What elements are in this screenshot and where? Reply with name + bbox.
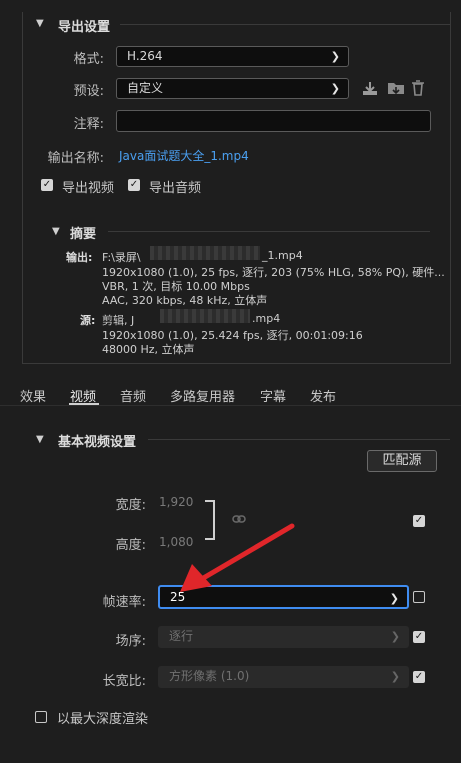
frame-rate-checkbox[interactable] [413, 591, 425, 603]
divider [148, 439, 450, 440]
comment-input[interactable] [116, 110, 431, 132]
output-path: F:\录屏\ [102, 251, 141, 264]
chevron-down-icon: ❯ [330, 82, 340, 95]
aspect-label: 长宽比: [102, 674, 146, 689]
folder-import-icon[interactable] [387, 80, 405, 100]
preset-dropdown[interactable]: 自定义 ❯ [116, 78, 349, 99]
source-filename: .mp4 [252, 312, 281, 325]
collapse-chevron-icon[interactable]: ▼ [36, 18, 44, 29]
output-label: 输出: [66, 251, 93, 264]
aspect-checkbox[interactable]: ✓ [413, 671, 425, 683]
field-order-dropdown[interactable]: 逐行 ❯ [158, 626, 409, 648]
match-source-button[interactable]: 匹配源 [367, 450, 437, 472]
width-value[interactable]: 1,920 [159, 495, 193, 509]
aspect-dropdown[interactable]: 方形像素 (1.0) ❯ [158, 666, 409, 688]
tab-publish[interactable]: 发布 [310, 386, 336, 405]
preset-value: 自定义 [127, 81, 164, 95]
frame-rate-label: 帧速率: [102, 595, 146, 610]
field-order-label: 场序: [115, 634, 146, 649]
source-label: 源: [80, 314, 96, 327]
width-label: 宽度: [115, 498, 146, 513]
tab-audio[interactable]: 音频 [120, 386, 146, 405]
aspect-value: 方形像素 (1.0) [169, 669, 250, 683]
preset-label: 预设: [73, 84, 104, 99]
export-audio-label: 导出音频 [149, 181, 202, 196]
max-depth-checkbox[interactable] [35, 711, 47, 723]
annotation-arrow-icon [180, 523, 295, 592]
collapse-chevron-icon[interactable]: ▼ [36, 434, 44, 445]
export-video-checkbox[interactable]: ✓ [41, 179, 53, 191]
export-video-label: 导出视频 [62, 181, 115, 196]
height-label: 高度: [115, 538, 146, 553]
collapse-chevron-icon[interactable]: ▼ [52, 226, 60, 237]
chevron-down-icon: ❯ [330, 50, 340, 63]
comment-label: 注释: [73, 117, 104, 132]
summary-title: 摘要 [70, 227, 97, 242]
output-name-link[interactable]: Java面试题大全_1.mp4 [119, 147, 249, 164]
divider [120, 24, 450, 25]
field-order-value: 逐行 [169, 629, 194, 643]
chevron-down-icon: ❯ [390, 670, 400, 683]
format-label: 格式: [73, 52, 104, 67]
divider [0, 405, 461, 406]
chevron-down-icon: ❯ [389, 592, 399, 605]
redacted-region [150, 246, 260, 260]
download-icon[interactable] [362, 80, 378, 100]
tab-multiplexer[interactable]: 多路复用器 [170, 386, 235, 405]
format-dropdown[interactable]: H.264 ❯ [116, 46, 349, 67]
source-audio-info: 48000 Hz, 立体声 [102, 343, 195, 356]
basic-video-title: 基本视频设置 [58, 435, 137, 450]
output-filename: _1.mp4 [262, 249, 303, 262]
output-audio-info: AAC, 320 kbps, 48 kHz, 立体声 [102, 294, 268, 307]
max-depth-label: 以最大深度渲染 [57, 712, 149, 727]
width-height-checkbox[interactable]: ✓ [413, 515, 425, 527]
export-settings-title: 导出设置 [58, 20, 111, 35]
chevron-down-icon: ❯ [390, 630, 400, 643]
output-name-label: 输出名称: [47, 151, 104, 166]
tab-captions[interactable]: 字幕 [260, 386, 286, 405]
divider [108, 231, 430, 232]
trash-icon[interactable] [411, 80, 425, 100]
tab-effects[interactable]: 效果 [20, 386, 46, 405]
field-order-checkbox[interactable]: ✓ [413, 631, 425, 643]
export-audio-checkbox[interactable]: ✓ [128, 179, 140, 191]
source-clip: 剪辑, J [102, 314, 135, 327]
format-value: H.264 [127, 49, 163, 63]
redacted-region [160, 309, 250, 323]
